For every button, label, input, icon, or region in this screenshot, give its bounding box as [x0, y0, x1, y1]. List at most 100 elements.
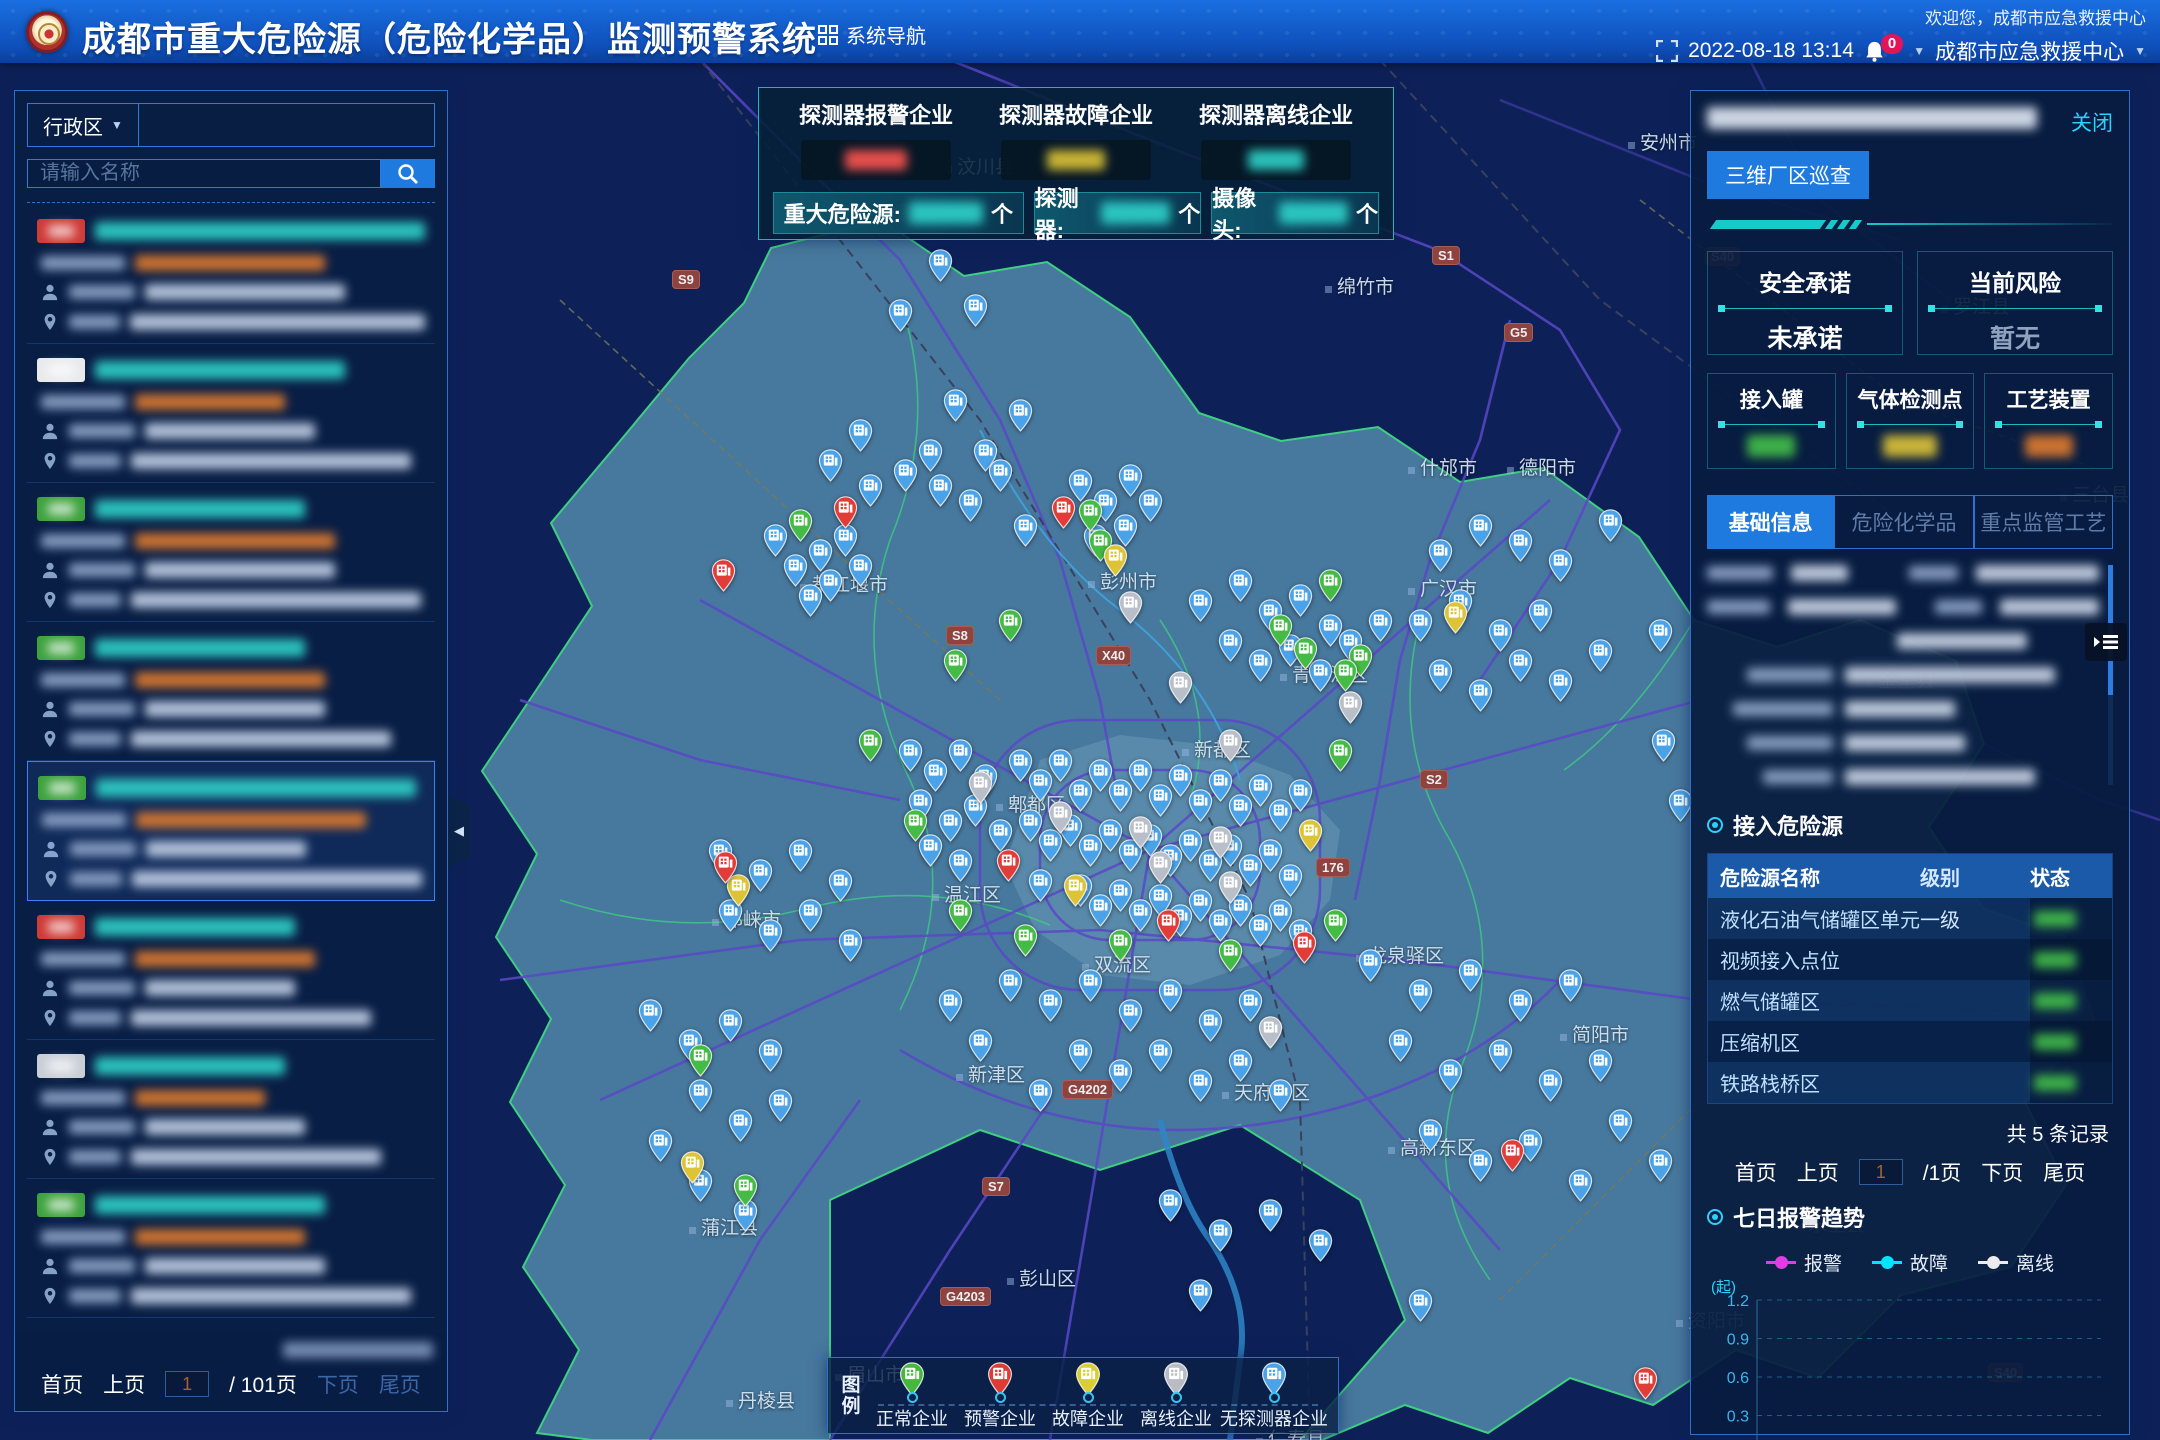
company-map-pin[interactable]	[1323, 909, 1348, 942]
company-map-pin[interactable]	[1078, 834, 1103, 867]
page-first[interactable]: 首页	[1735, 1157, 1777, 1187]
region-dropdown[interactable]: 行政区 ▼	[27, 103, 139, 147]
company-map-pin[interactable]	[918, 439, 943, 472]
company-map-pin[interactable]	[858, 729, 883, 762]
search-input[interactable]	[27, 159, 381, 188]
company-map-pin[interactable]	[1048, 801, 1073, 834]
tab-key-processes[interactable]: 重点监管工艺	[1974, 495, 2113, 549]
company-map-pin[interactable]	[1148, 851, 1173, 884]
company-map-pin[interactable]	[1418, 1119, 1443, 1152]
company-map-pin[interactable]	[943, 389, 968, 422]
company-map-pin[interactable]	[688, 1044, 713, 1077]
company-map-pin[interactable]	[1051, 496, 1076, 529]
company-map-pin[interactable]	[928, 474, 953, 507]
company-map-pin[interactable]	[798, 899, 823, 932]
company-map-pin[interactable]	[1156, 909, 1181, 942]
company-map-pin[interactable]	[998, 609, 1023, 642]
company-card[interactable]	[27, 1040, 435, 1179]
page-next[interactable]: 下页	[317, 1369, 359, 1399]
company-map-pin[interactable]	[1608, 1109, 1633, 1142]
company-map-pin[interactable]	[1248, 649, 1273, 682]
close-button[interactable]: 关闭	[2071, 107, 2113, 137]
company-map-pin[interactable]	[1328, 739, 1353, 772]
company-card[interactable]	[27, 901, 435, 1040]
company-map-pin[interactable]	[928, 249, 953, 282]
company-map-pin[interactable]	[1218, 729, 1243, 762]
company-map-pin[interactable]	[1488, 619, 1513, 652]
company-map-pin[interactable]	[1063, 874, 1088, 907]
company-map-pin[interactable]	[1408, 609, 1433, 642]
company-map-pin[interactable]	[1258, 1199, 1283, 1232]
company-map-pin[interactable]	[1293, 637, 1318, 670]
tab-hazardous-chemicals[interactable]: 危险化学品	[1834, 495, 1973, 549]
company-map-pin[interactable]	[1028, 769, 1053, 802]
info-scrollbar[interactable]	[2108, 565, 2113, 785]
company-map-pin[interactable]	[1548, 549, 1573, 582]
company-map-pin[interactable]	[1008, 399, 1033, 432]
company-map-pin[interactable]	[963, 294, 988, 327]
company-map-pin[interactable]	[988, 459, 1013, 492]
company-map-pin[interactable]	[1168, 671, 1193, 704]
company-map-pin[interactable]	[1318, 569, 1343, 602]
company-map-pin[interactable]	[1358, 949, 1383, 982]
company-map-pin[interactable]	[648, 1129, 673, 1162]
company-map-pin[interactable]	[1298, 819, 1323, 852]
hazard-table-row[interactable]: 视频接入点位	[1708, 939, 2112, 980]
company-map-pin[interactable]	[1028, 869, 1053, 902]
company-card[interactable]	[27, 622, 435, 761]
page-next[interactable]: 下页	[1981, 1157, 2023, 1187]
company-map-pin[interactable]	[1138, 489, 1163, 522]
company-map-pin[interactable]	[893, 459, 918, 492]
company-map-pin[interactable]	[1118, 999, 1143, 1032]
company-map-pin[interactable]	[1508, 649, 1533, 682]
company-map-pin[interactable]	[1468, 679, 1493, 712]
company-map-pin[interactable]	[888, 299, 913, 332]
company-card[interactable]	[27, 344, 435, 483]
company-map-pin[interactable]	[711, 559, 736, 592]
company-map-pin[interactable]	[1128, 899, 1153, 932]
company-map-pin[interactable]	[1651, 729, 1676, 762]
fullscreen-icon[interactable]	[1656, 40, 1678, 62]
company-map-pin[interactable]	[1598, 509, 1623, 542]
company-map-pin[interactable]	[1208, 1219, 1233, 1252]
company-card[interactable]	[27, 205, 435, 344]
company-map-pin[interactable]	[1108, 929, 1133, 962]
company-map-pin[interactable]	[758, 1039, 783, 1072]
company-map-pin[interactable]	[1488, 1039, 1513, 1072]
company-map-pin[interactable]	[1268, 1079, 1293, 1112]
company-map-pin[interactable]	[1208, 909, 1233, 942]
notifications-button[interactable]: 0	[1864, 40, 1903, 62]
company-map-pin[interactable]	[1198, 1009, 1223, 1042]
company-map-pin[interactable]	[818, 449, 843, 482]
company-map-pin[interactable]	[848, 419, 873, 452]
company-map-pin[interactable]	[1500, 1139, 1525, 1172]
company-card[interactable]	[27, 761, 435, 901]
company-map-pin[interactable]	[838, 929, 863, 962]
company-map-pin[interactable]	[1528, 599, 1553, 632]
tab-basic-info[interactable]: 基础信息	[1707, 495, 1834, 549]
company-map-pin[interactable]	[958, 489, 983, 522]
company-map-pin[interactable]	[948, 899, 973, 932]
company-map-pin[interactable]	[1443, 601, 1468, 634]
company-map-pin[interactable]	[798, 584, 823, 617]
company-map-pin[interactable]	[1218, 939, 1243, 972]
company-map-pin[interactable]	[996, 849, 1021, 882]
company-map-pin[interactable]	[1228, 1049, 1253, 1082]
company-map-pin[interactable]	[1188, 1279, 1213, 1312]
company-map-pin[interactable]	[1188, 789, 1213, 822]
company-map-pin[interactable]	[898, 739, 923, 772]
company-map-pin[interactable]	[943, 649, 968, 682]
company-map-pin[interactable]	[948, 739, 973, 772]
company-map-pin[interactable]	[768, 1089, 793, 1122]
page-input[interactable]: 1	[1859, 1159, 1903, 1185]
page-input[interactable]: 1	[165, 1371, 209, 1397]
company-map-pin[interactable]	[758, 919, 783, 952]
company-map-pin[interactable]	[1292, 931, 1317, 964]
company-map-pin[interactable]	[1013, 924, 1038, 957]
company-map-pin[interactable]	[1013, 514, 1038, 547]
company-map-pin[interactable]	[1428, 539, 1453, 572]
company-map-pin[interactable]	[968, 1029, 993, 1062]
company-map-pin[interactable]	[1288, 584, 1313, 617]
company-map-pin[interactable]	[718, 1009, 743, 1042]
company-map-pin[interactable]	[1208, 826, 1233, 859]
